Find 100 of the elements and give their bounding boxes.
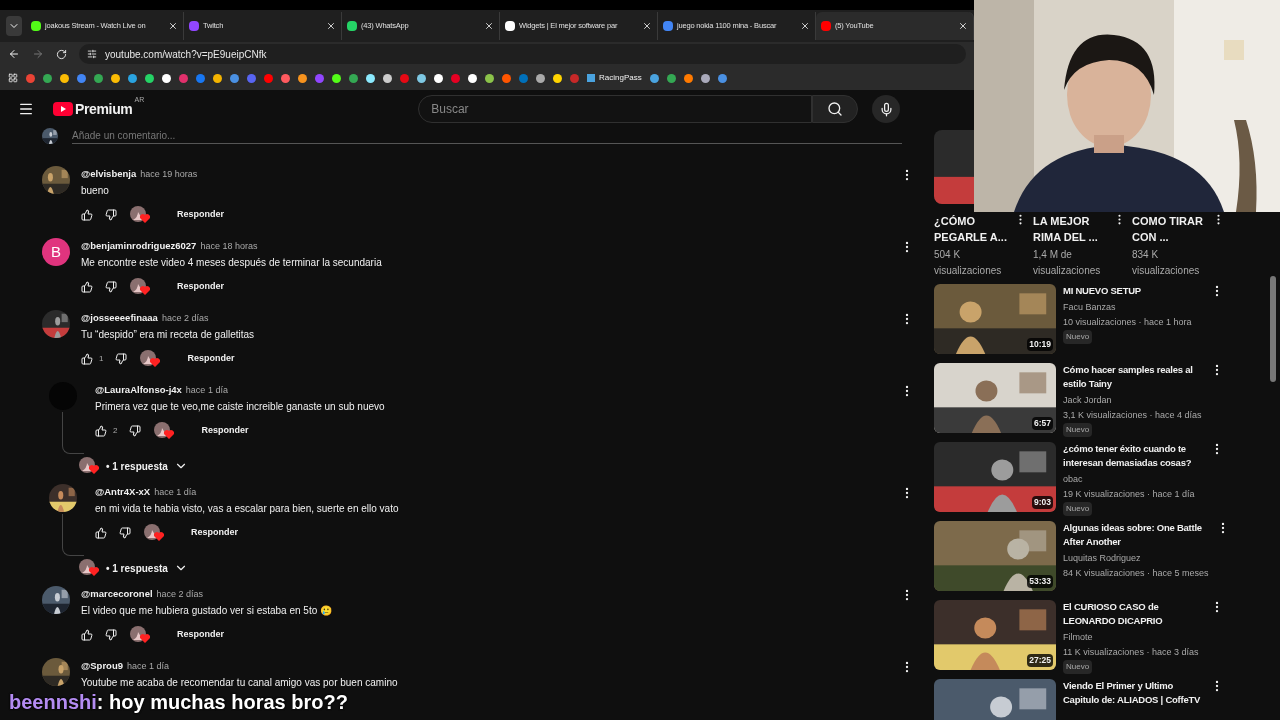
dislike-icon[interactable]	[105, 281, 117, 293]
creator-heart-icon	[129, 206, 151, 224]
reply-button[interactable]: Responder	[173, 208, 228, 222]
creator-heart-icon	[129, 278, 151, 296]
comment-text: Me encontre este video 4 meses después de terminar la secundaria	[81, 256, 383, 270]
video-meta: 11 K visualizaciones · hace 3 días	[1063, 646, 1200, 659]
url-text: youtube.com/watch?v=pE9ueipCNfk	[105, 47, 267, 62]
creator-heart-icon	[139, 350, 162, 368]
comment-time[interactable]: hace 1 día	[127, 659, 170, 674]
comment-text: Tu “despido” era mi receta de galletitas	[81, 328, 256, 342]
creator-heart-icon	[78, 457, 100, 475]
comment-time[interactable]: hace 1 día	[185, 383, 228, 398]
comment-time[interactable]: hace 19 horas	[140, 167, 198, 182]
video-meta: 19 K visualizaciones · hace 1 día	[1063, 488, 1196, 501]
menu-icon[interactable]	[18, 101, 34, 117]
short-views: 834 K visualizaciones	[1132, 248, 1201, 278]
video-duration: 53:33	[1027, 575, 1053, 588]
close-icon[interactable]	[958, 21, 968, 31]
like-count: 2	[113, 425, 118, 437]
like-icon[interactable]	[81, 629, 93, 641]
comment-author[interactable]: @benjaminrodriguez6027	[81, 239, 197, 254]
comment-text: Youtube me acaba de recomendar tu canal amigo vas por buen camino	[81, 676, 399, 690]
search-icon	[827, 101, 844, 117]
replies-toggle[interactable]: • 1 respuesta	[78, 550, 188, 586]
comment-author[interactable]: @Antr4X-xX	[95, 485, 151, 500]
video-title[interactable]: ¿cómo tener éxito cuando te interesan demasiadas cosas?	[1063, 442, 1203, 470]
like-icon[interactable]	[95, 425, 107, 437]
scrollbar-thumb[interactable]	[1270, 276, 1276, 382]
video-title[interactable]: Algunas ideas sobre: One Battle After Another	[1063, 521, 1209, 549]
tab-list-button[interactable]	[6, 16, 22, 36]
address-bar[interactable]: youtube.com/watch?v=pE9ueipCNfk	[79, 44, 966, 64]
like-icon[interactable]	[81, 209, 93, 221]
comment-text: en mi vida te habia visto, vas a escalar para bien, suerte en ello vato	[95, 502, 400, 516]
favicon	[189, 21, 199, 31]
short-views: 1,4 M de visualizaciones	[1033, 248, 1102, 278]
channel-name[interactable]: Jack Jordan	[1063, 393, 1203, 407]
dislike-icon[interactable]	[119, 527, 131, 539]
new-badge: Nuevo	[1063, 330, 1093, 344]
video-title[interactable]: Cómo hacer samples reales al estilo Tainy	[1063, 363, 1203, 391]
like-icon[interactable]	[95, 527, 107, 539]
search-field[interactable]: Buscar	[418, 95, 813, 123]
comment-time[interactable]: hace 2 días	[156, 587, 204, 602]
site-settings-icon[interactable]	[87, 49, 97, 59]
video-title[interactable]: MI NUEVO SETUP	[1063, 284, 1203, 298]
close-icon[interactable]	[484, 21, 494, 31]
comment-author[interactable]: @marcecoronel	[81, 587, 153, 602]
video-meta: 84 K visualizaciones · hace 5 meses	[1063, 567, 1209, 580]
reply-button[interactable]: Responder	[173, 628, 228, 642]
comment-author[interactable]: @LauraAlfonso-j4x	[95, 383, 182, 398]
comment-author[interactable]: @josseeeefinaaa	[81, 311, 158, 326]
channel-name[interactable]: Facu Banzas	[1063, 300, 1203, 314]
reply-button[interactable]: Responder	[187, 526, 242, 540]
like-count: 1	[99, 353, 104, 365]
thread-line	[62, 514, 84, 556]
video-duration: 10:19	[1027, 338, 1053, 351]
new-badge: Nuevo	[1063, 660, 1093, 674]
comment-text: bueno	[81, 184, 110, 198]
microphone-icon	[878, 101, 894, 117]
comment-author[interactable]: @Sprou9	[81, 659, 123, 674]
dislike-icon[interactable]	[105, 629, 117, 641]
bookmark-link[interactable]: RacingPass	[587, 72, 642, 84]
close-icon[interactable]	[168, 21, 178, 31]
short-title[interactable]: LA MEJOR RIMA DEL ...	[1033, 213, 1113, 245]
back-icon[interactable]	[8, 48, 20, 60]
comment-field[interactable]: Añade un comentario...	[72, 128, 902, 144]
search-button[interactable]	[812, 95, 859, 123]
close-icon[interactable]	[800, 21, 810, 31]
like-icon[interactable]	[81, 353, 93, 365]
reply-button[interactable]: Responder	[183, 352, 239, 366]
comment-time[interactable]: hace 18 horas	[200, 239, 258, 254]
short-title[interactable]: COMO TIRAR CON ...	[1132, 213, 1212, 245]
video-meta: 10 visualizaciones · hace 1 hora	[1063, 316, 1193, 329]
channel-name[interactable]: Luquitas Rodriguez	[1063, 551, 1209, 565]
channel-name[interactable]: Filmote	[1063, 630, 1203, 644]
creator-heart-icon	[129, 626, 151, 644]
avatar[interactable]: B	[42, 238, 70, 266]
comment-time[interactable]: hace 2 días	[161, 311, 209, 326]
video-duration: 27:25	[1027, 654, 1053, 667]
short-views: 504 K visualizaciones	[934, 248, 1003, 278]
apps-icon[interactable]	[8, 73, 18, 83]
like-icon[interactable]	[81, 281, 93, 293]
comment-time[interactable]: hace 1 día	[154, 485, 197, 500]
video-title[interactable]: Viendo El Primer y Ultimo Capitulo de: ALIADOS | CoffeTV	[1063, 679, 1203, 707]
video-duration: 9:03	[1032, 496, 1053, 509]
reload-icon[interactable]	[56, 48, 67, 60]
dislike-icon[interactable]	[129, 425, 142, 437]
dislike-icon[interactable]	[115, 353, 128, 365]
voice-search-button[interactable]	[872, 95, 901, 123]
channel-name[interactable]: obac	[1063, 472, 1203, 486]
dislike-icon[interactable]	[105, 209, 117, 221]
comment-author[interactable]: @elvisbenja	[81, 167, 137, 182]
replies-toggle[interactable]: • 1 respuesta	[78, 448, 188, 484]
reply-button[interactable]: Responder	[197, 424, 253, 438]
close-icon[interactable]	[326, 21, 336, 31]
reply-button[interactable]: Responder	[173, 280, 228, 294]
close-icon[interactable]	[642, 21, 652, 31]
short-title[interactable]: ¿CÓMO PEGARLE A...	[934, 213, 1014, 245]
video-title[interactable]: El CURIOSO CASO de LEONARDO DICAPRIO	[1063, 600, 1203, 628]
video-meta: 3,1 K visualizaciones · hace 4 días	[1063, 409, 1203, 422]
comment-text: El video que me hubiera gustado ver si estaba en 5to 🥲	[81, 604, 334, 618]
